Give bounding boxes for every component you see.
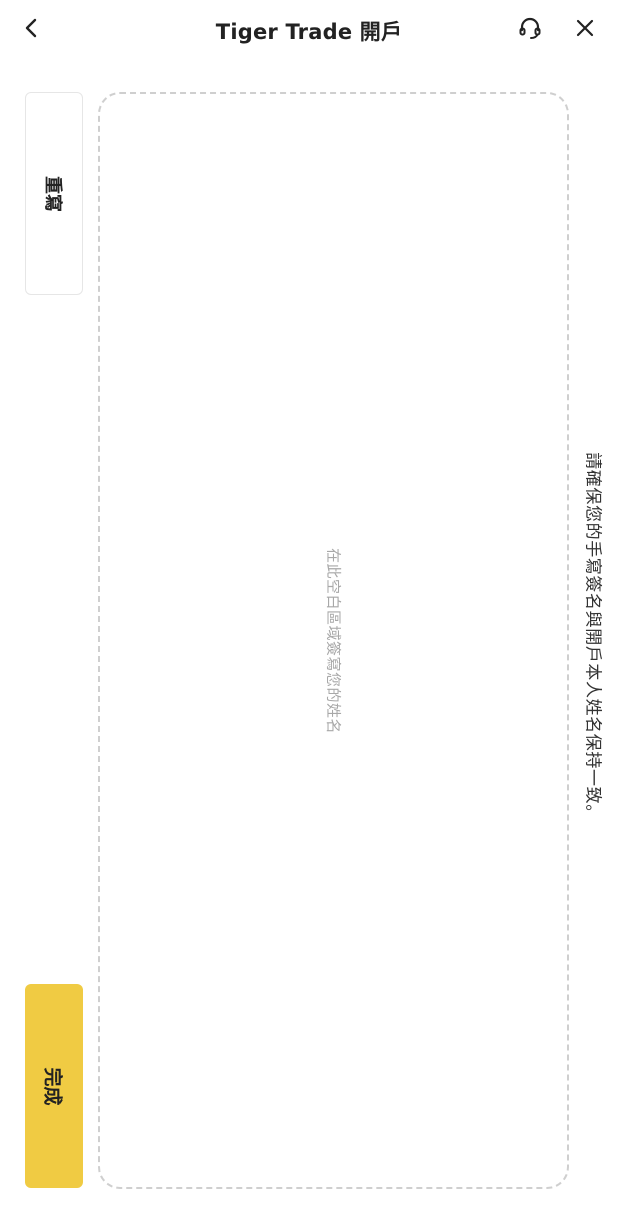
rewrite-button-label: 重寫 (42, 175, 63, 212)
signature-screen: Tiger Trade 開戶 重寫 在此空白區域簽寫您的姓名 完成 請確保您的手… (0, 0, 618, 1208)
close-button[interactable] (567, 12, 603, 48)
header-bar: Tiger Trade 開戶 (0, 0, 618, 62)
headset-icon (517, 15, 543, 45)
done-button-label: 完成 (41, 1066, 64, 1106)
rewrite-button[interactable]: 重寫 (25, 92, 83, 295)
done-button[interactable]: 完成 (25, 984, 83, 1188)
close-icon (575, 18, 595, 42)
signature-notice: 請確保您的手寫簽名與開戶本人姓名保持一致。 (582, 452, 603, 822)
customer-support-button[interactable] (512, 12, 548, 48)
signature-pad[interactable]: 在此空白區域簽寫您的姓名 (98, 92, 569, 1189)
signature-placeholder: 在此空白區域簽寫您的姓名 (324, 547, 342, 734)
